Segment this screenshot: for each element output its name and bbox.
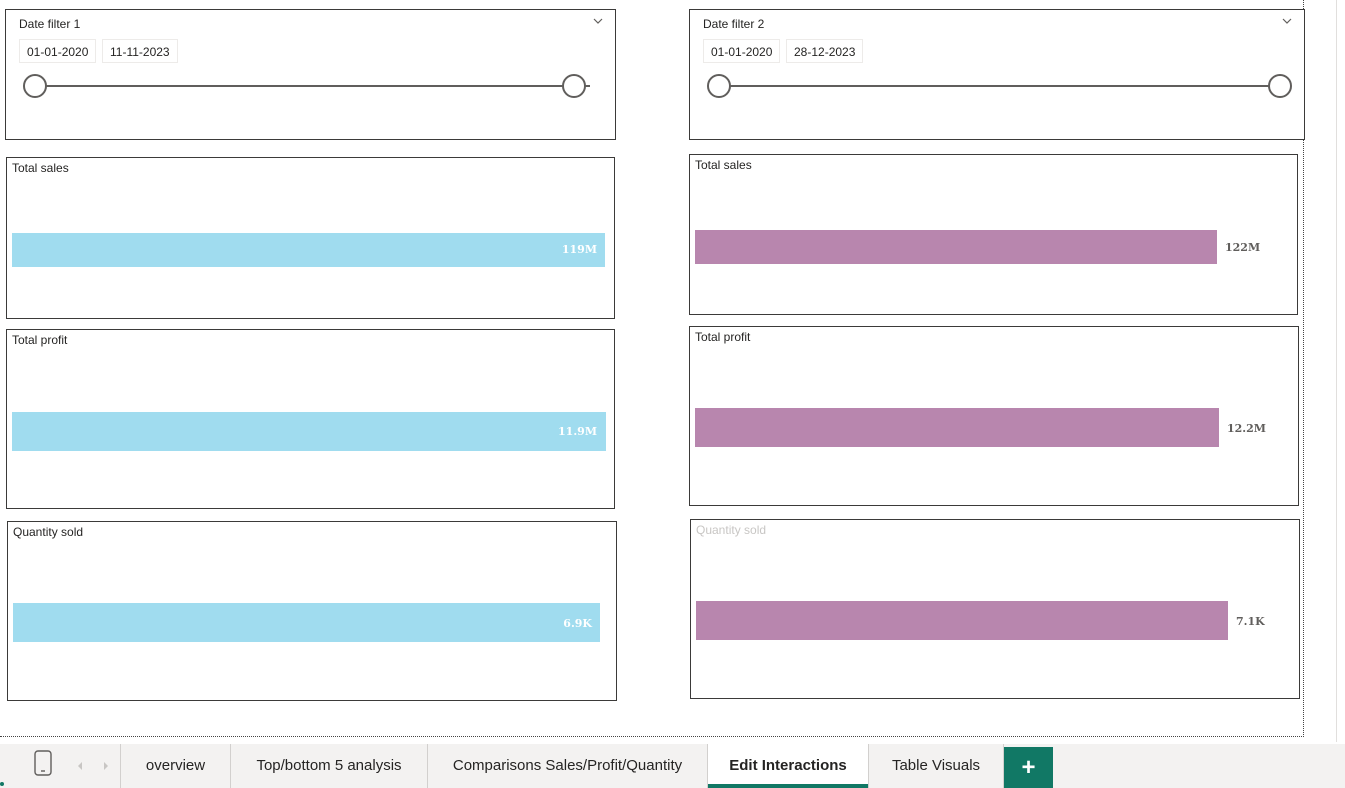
slider-end-handle[interactable]	[562, 74, 586, 98]
tab-table-visuals[interactable]: Table Visuals	[869, 744, 1004, 788]
tab-comparisons[interactable]: Comparisons Sales/Profit/Quantity	[428, 744, 708, 788]
data-label: 6.9K	[563, 617, 592, 630]
slider-start-handle[interactable]	[707, 74, 731, 98]
phone-icon[interactable]	[34, 750, 52, 776]
chart-title: Total profit	[695, 330, 751, 344]
scrollbar-track[interactable]	[1336, 0, 1337, 742]
date-filter-1[interactable]: Date filter 1 01-01-2020 11-11-2023	[5, 9, 616, 140]
chart-title: Total sales	[695, 158, 752, 172]
total-profit-chart-right[interactable]: Total profit 12.2M	[689, 326, 1299, 506]
data-label: 119M	[561, 243, 597, 256]
slider-track[interactable]	[718, 85, 1280, 87]
tab-overview[interactable]: overview	[121, 744, 231, 788]
page-tab-bar: overview Top/bottom 5 analysis Compariso…	[0, 744, 1345, 788]
chart-title: Quantity sold	[13, 525, 84, 539]
chevron-down-icon[interactable]	[593, 16, 603, 26]
end-date-input[interactable]: 11-11-2023	[102, 39, 178, 63]
end-date-input[interactable]: 28-12-2023	[786, 39, 864, 63]
bar[interactable]	[695, 230, 1217, 264]
chart-title: Total profit	[12, 333, 68, 347]
start-date-input[interactable]: 01-01-2020	[19, 39, 97, 63]
mobile-layout-area	[0, 744, 121, 788]
total-sales-chart-left[interactable]: Total sales 119M	[6, 157, 615, 319]
date-filter-2[interactable]: Date filter 2 01-01-2020 28-12-2023	[689, 9, 1305, 140]
quantity-sold-chart-right[interactable]: Quantity sold 7.1K	[690, 519, 1300, 699]
bar[interactable]	[696, 601, 1228, 640]
chevron-down-icon[interactable]	[1282, 16, 1292, 26]
data-label: 11.9M	[558, 425, 597, 438]
tab-edit-interactions[interactable]: Edit Interactions	[708, 744, 869, 788]
bar[interactable]	[12, 412, 606, 451]
slider-track[interactable]	[34, 85, 590, 87]
slider-start-handle[interactable]	[23, 74, 47, 98]
add-page-button[interactable]: +	[1004, 747, 1053, 788]
bar[interactable]	[695, 408, 1219, 447]
chart-title: Total sales	[12, 161, 69, 175]
canvas-border	[0, 736, 1304, 737]
data-label: 7.1K	[1236, 615, 1265, 628]
quantity-sold-chart-left[interactable]: Quantity sold 6.9K	[7, 521, 617, 701]
total-profit-chart-left[interactable]: Total profit 11.9M	[6, 329, 615, 509]
date-filter-title: Date filter 1	[19, 17, 81, 31]
total-sales-chart-right[interactable]: Total sales 122M	[689, 154, 1298, 315]
bar[interactable]	[12, 233, 605, 267]
chart-title: Quantity sold	[696, 523, 767, 537]
slider-end-handle[interactable]	[1268, 74, 1292, 98]
chevron-left-icon[interactable]	[76, 761, 84, 771]
chevron-right-icon[interactable]	[102, 761, 110, 771]
data-label: 12.2M	[1227, 422, 1266, 435]
focus-indicator	[0, 782, 4, 786]
bar[interactable]	[13, 603, 600, 642]
data-label: 122M	[1225, 241, 1261, 254]
start-date-input[interactable]: 01-01-2020	[703, 39, 781, 63]
date-filter-title: Date filter 2	[703, 17, 765, 31]
tab-top-bottom-5-analysis[interactable]: Top/bottom 5 analysis	[231, 744, 428, 788]
